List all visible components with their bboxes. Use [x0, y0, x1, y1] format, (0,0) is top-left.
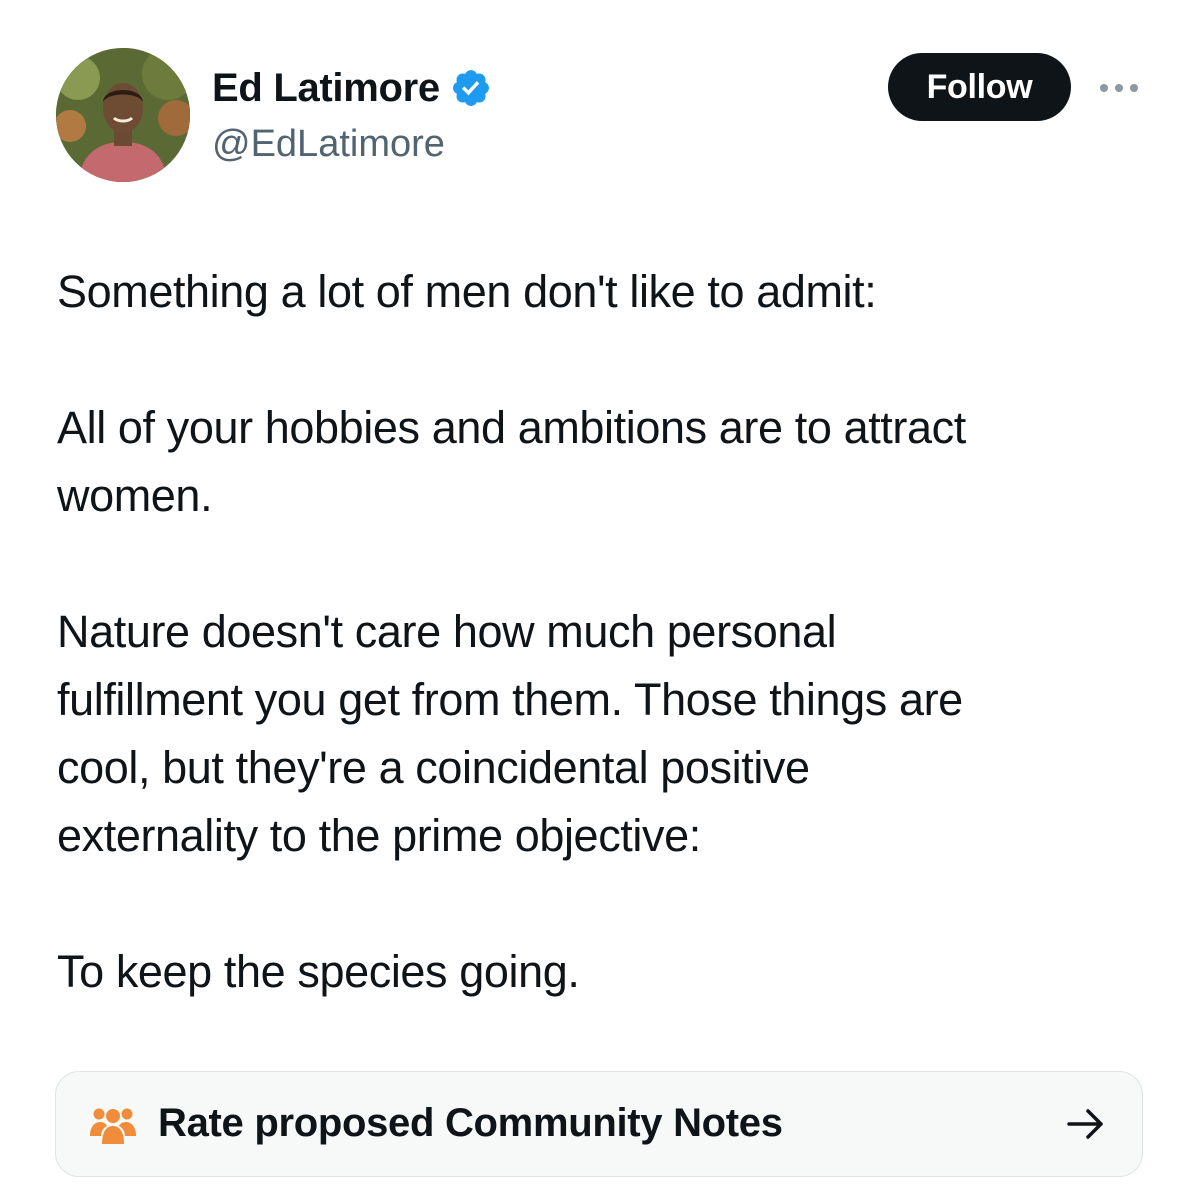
tweet-paragraph: Something a lot of men don't like to adm…	[57, 266, 877, 317]
author-display-name[interactable]: Ed Latimore	[212, 64, 440, 112]
tweet-text: Something a lot of men don't like to adm…	[57, 258, 1157, 1006]
people-group-icon	[90, 1104, 136, 1144]
arrow-right-icon[interactable]	[1066, 1106, 1106, 1142]
author-handle[interactable]: @EdLatimore	[212, 120, 445, 168]
more-horizontal-icon	[1100, 84, 1138, 92]
community-notes-card[interactable]: Rate proposed Community Notes	[55, 1071, 1143, 1177]
author-name-row[interactable]: Ed Latimore	[212, 64, 492, 112]
avatar[interactable]	[56, 48, 190, 182]
tweet-paragraph: All of your hobbies and ambitions are to…	[57, 402, 966, 521]
tweet-paragraph: Nature doesn't care how much personal fu…	[57, 606, 963, 861]
community-notes-label[interactable]: Rate proposed Community Notes	[158, 1098, 783, 1148]
profile-photo-icon	[56, 48, 190, 182]
follow-button[interactable]: Follow	[888, 53, 1071, 121]
tweet-paragraph: To keep the species going.	[57, 946, 580, 997]
verified-badge-icon[interactable]	[450, 67, 492, 109]
more-options-button[interactable]	[1098, 74, 1140, 102]
